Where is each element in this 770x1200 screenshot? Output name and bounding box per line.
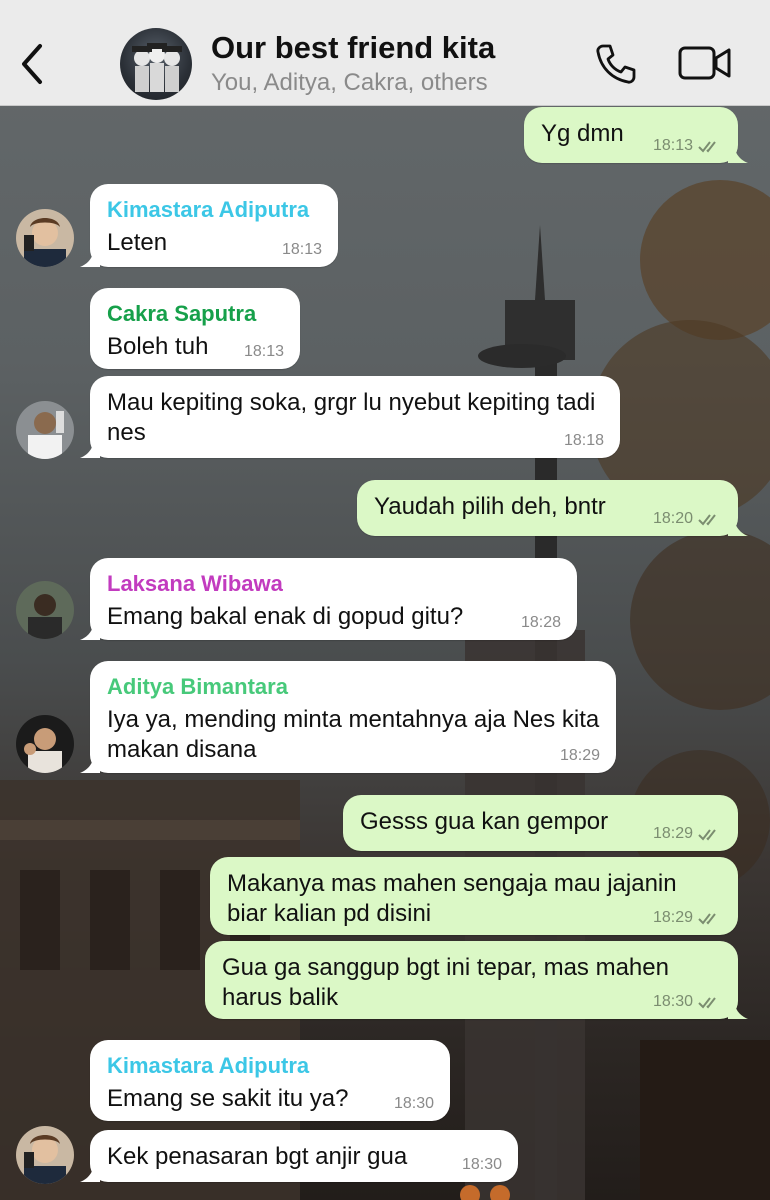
chat-header: Our best friend kita You, Aditya, Cakra,… bbox=[0, 0, 770, 106]
message-text: Emang bakal enak di gopud gitu? bbox=[107, 603, 464, 630]
message-time: 18:29 bbox=[652, 909, 693, 926]
sender-name[interactable]: Kimastara Adiputra bbox=[107, 196, 322, 224]
message-text: Iya ya, mending minta mentahnya aja Nes … bbox=[107, 706, 600, 763]
message-text: Gesss gua kan gempor bbox=[360, 808, 609, 835]
double-check-icon bbox=[698, 141, 716, 153]
video-call-button[interactable] bbox=[678, 44, 732, 82]
message-time: 18:30 bbox=[393, 1095, 434, 1112]
message-text: Leten bbox=[107, 229, 168, 256]
message-time: 18:28 bbox=[520, 614, 561, 631]
voice-call-button[interactable] bbox=[594, 42, 638, 86]
group-members[interactable]: You, Aditya, Cakra, others bbox=[211, 69, 488, 97]
sender-name[interactable]: Aditya Bimantara bbox=[107, 673, 600, 701]
message-bubble-incoming[interactable]: Mau kepiting soka, grgr lu nyebut kepiti… bbox=[80, 376, 620, 458]
message-time: 18:30 bbox=[652, 993, 693, 1010]
message-text: Yaudah pilih deh, bntr bbox=[374, 493, 606, 520]
message-text: Mau kepiting soka, grgr lu nyebut kepiti… bbox=[107, 389, 596, 446]
avatar-kimastara[interactable] bbox=[16, 209, 74, 267]
message-text: Makanya mas mahen sengaja mau jajanin bi… bbox=[227, 870, 677, 927]
avatar-kimastara[interactable] bbox=[16, 1126, 74, 1184]
message-time: 18:20 bbox=[652, 510, 693, 527]
message-bubble-incoming[interactable]: Kek penasaran bgt anjir gua 18:30 bbox=[80, 1130, 518, 1182]
message-bubble-outgoing[interactable]: Yaudah pilih deh, bntr 18:20 bbox=[357, 480, 748, 536]
avatar-laksana[interactable] bbox=[16, 581, 74, 639]
message-time: 18:13 bbox=[652, 137, 693, 154]
message-time: 18:29 bbox=[652, 825, 693, 842]
message-time: 18:13 bbox=[243, 343, 284, 360]
group-title[interactable]: Our best friend kita bbox=[211, 30, 495, 66]
message-bubble-incoming[interactable]: Kimastara Adiputra Leten 18:13 bbox=[80, 184, 338, 267]
message-text: Kek penasaran bgt anjir gua bbox=[107, 1143, 408, 1170]
message-text: Boleh tuh bbox=[107, 333, 209, 360]
avatar-cakra[interactable] bbox=[16, 401, 74, 459]
message-bubble-outgoing[interactable]: Gua ga sanggup bgt ini tepar, mas mahen … bbox=[205, 941, 748, 1019]
message-time: 18:18 bbox=[563, 432, 604, 449]
sender-name[interactable]: Cakra Saputra bbox=[107, 300, 284, 328]
chevron-left-icon bbox=[22, 44, 42, 84]
sender-name[interactable]: Laksana Wibawa bbox=[107, 570, 561, 598]
message-text: Gua ga sanggup bgt ini tepar, mas mahen … bbox=[222, 954, 669, 1011]
message-bubble-incoming[interactable]: Kimastara Adiputra Emang se sakit itu ya… bbox=[90, 1040, 450, 1121]
message-bubble-outgoing[interactable]: Gesss gua kan gempor 18:29 bbox=[343, 795, 738, 851]
message-bubble-outgoing[interactable]: Yg dmn 18:13 bbox=[524, 107, 748, 163]
double-check-icon bbox=[698, 913, 716, 925]
double-check-icon bbox=[698, 514, 716, 526]
message-bubble-outgoing[interactable]: Makanya mas mahen sengaja mau jajanin bi… bbox=[210, 857, 738, 935]
video-camera-icon bbox=[678, 46, 731, 80]
message-text: Yg dmn bbox=[541, 120, 624, 147]
skeletons-picture bbox=[132, 43, 182, 92]
message-time: 18:29 bbox=[559, 747, 600, 764]
message-bubble-incoming[interactable]: Aditya Bimantara Iya ya, mending minta m… bbox=[80, 661, 616, 773]
sender-name[interactable]: Kimastara Adiputra bbox=[107, 1052, 434, 1080]
message-text: Emang se sakit itu ya? bbox=[107, 1085, 349, 1112]
message-bubble-incoming[interactable]: Laksana Wibawa Emang bakal enak di gopud… bbox=[80, 558, 577, 640]
phone-icon bbox=[596, 44, 636, 84]
back-button[interactable] bbox=[18, 42, 48, 86]
message-time: 18:30 bbox=[461, 1156, 502, 1173]
avatar-aditya[interactable] bbox=[16, 715, 74, 773]
message-bubble-incoming[interactable]: Cakra Saputra Boleh tuh 18:13 bbox=[90, 288, 300, 369]
double-check-icon bbox=[698, 997, 716, 1009]
group-avatar[interactable] bbox=[120, 28, 192, 100]
message-time: 18:13 bbox=[281, 241, 322, 258]
double-check-icon bbox=[698, 829, 716, 841]
